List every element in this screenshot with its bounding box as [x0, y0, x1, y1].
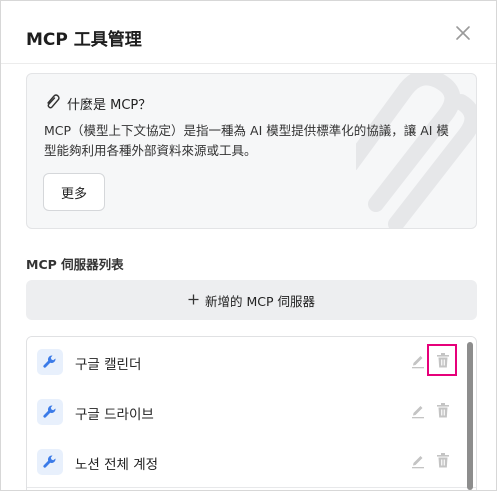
wrench-icon [37, 449, 63, 475]
trash-icon[interactable] [435, 402, 451, 419]
server-name: 노션 전체 계정 [75, 457, 159, 473]
trash-icon[interactable] [435, 452, 451, 469]
more-button[interactable]: 更多 [43, 173, 105, 211]
server-list-label: MCP 伺服器列表 [26, 257, 124, 272]
close-icon[interactable] [453, 23, 473, 43]
header-divider [1, 63, 496, 64]
server-name: 구글 캘린더 [75, 357, 142, 373]
edit-icon[interactable] [410, 403, 426, 419]
info-description: MCP（模型上下文協定）是指一種為 AI 模型提供標準化的協議，讓 AI 模型能… [44, 123, 449, 158]
add-server-label: 新增的 MCP 伺服器 [205, 293, 315, 309]
wrench-icon [37, 399, 63, 425]
info-panel: 什麼是 MCP？ MCP（模型上下文協定）是指一種為 AI 模型提供標準化的協議… [26, 73, 477, 229]
plus-icon [188, 293, 199, 308]
server-item-notion[interactable]: 노션 전체 계정 [27, 437, 476, 488]
paperclip-icon [45, 93, 61, 113]
edit-icon[interactable] [410, 353, 426, 369]
server-list: 구글 캘린더 구글 드라이브 노션 전체 계정 [26, 336, 477, 490]
server-item-google-drive[interactable]: 구글 드라이브 [27, 387, 476, 438]
info-title: 什麼是 MCP？ [67, 97, 152, 113]
delete-highlight-box [427, 344, 457, 376]
mcp-dialog: MCP 工具管理 什麼是 MCP？ MCP（模型上下文協定）是指一種為 AI 模… [0, 0, 497, 491]
wrench-icon [37, 349, 63, 375]
scrollbar[interactable] [467, 342, 473, 490]
server-name: 구글 드라이브 [75, 407, 154, 423]
server-item-google-calendar[interactable]: 구글 캘린더 [27, 337, 476, 388]
dialog-title: MCP 工具管理 [26, 30, 142, 50]
edit-icon[interactable] [410, 453, 426, 469]
add-server-button[interactable]: 新增的 MCP 伺服器 [26, 280, 477, 320]
